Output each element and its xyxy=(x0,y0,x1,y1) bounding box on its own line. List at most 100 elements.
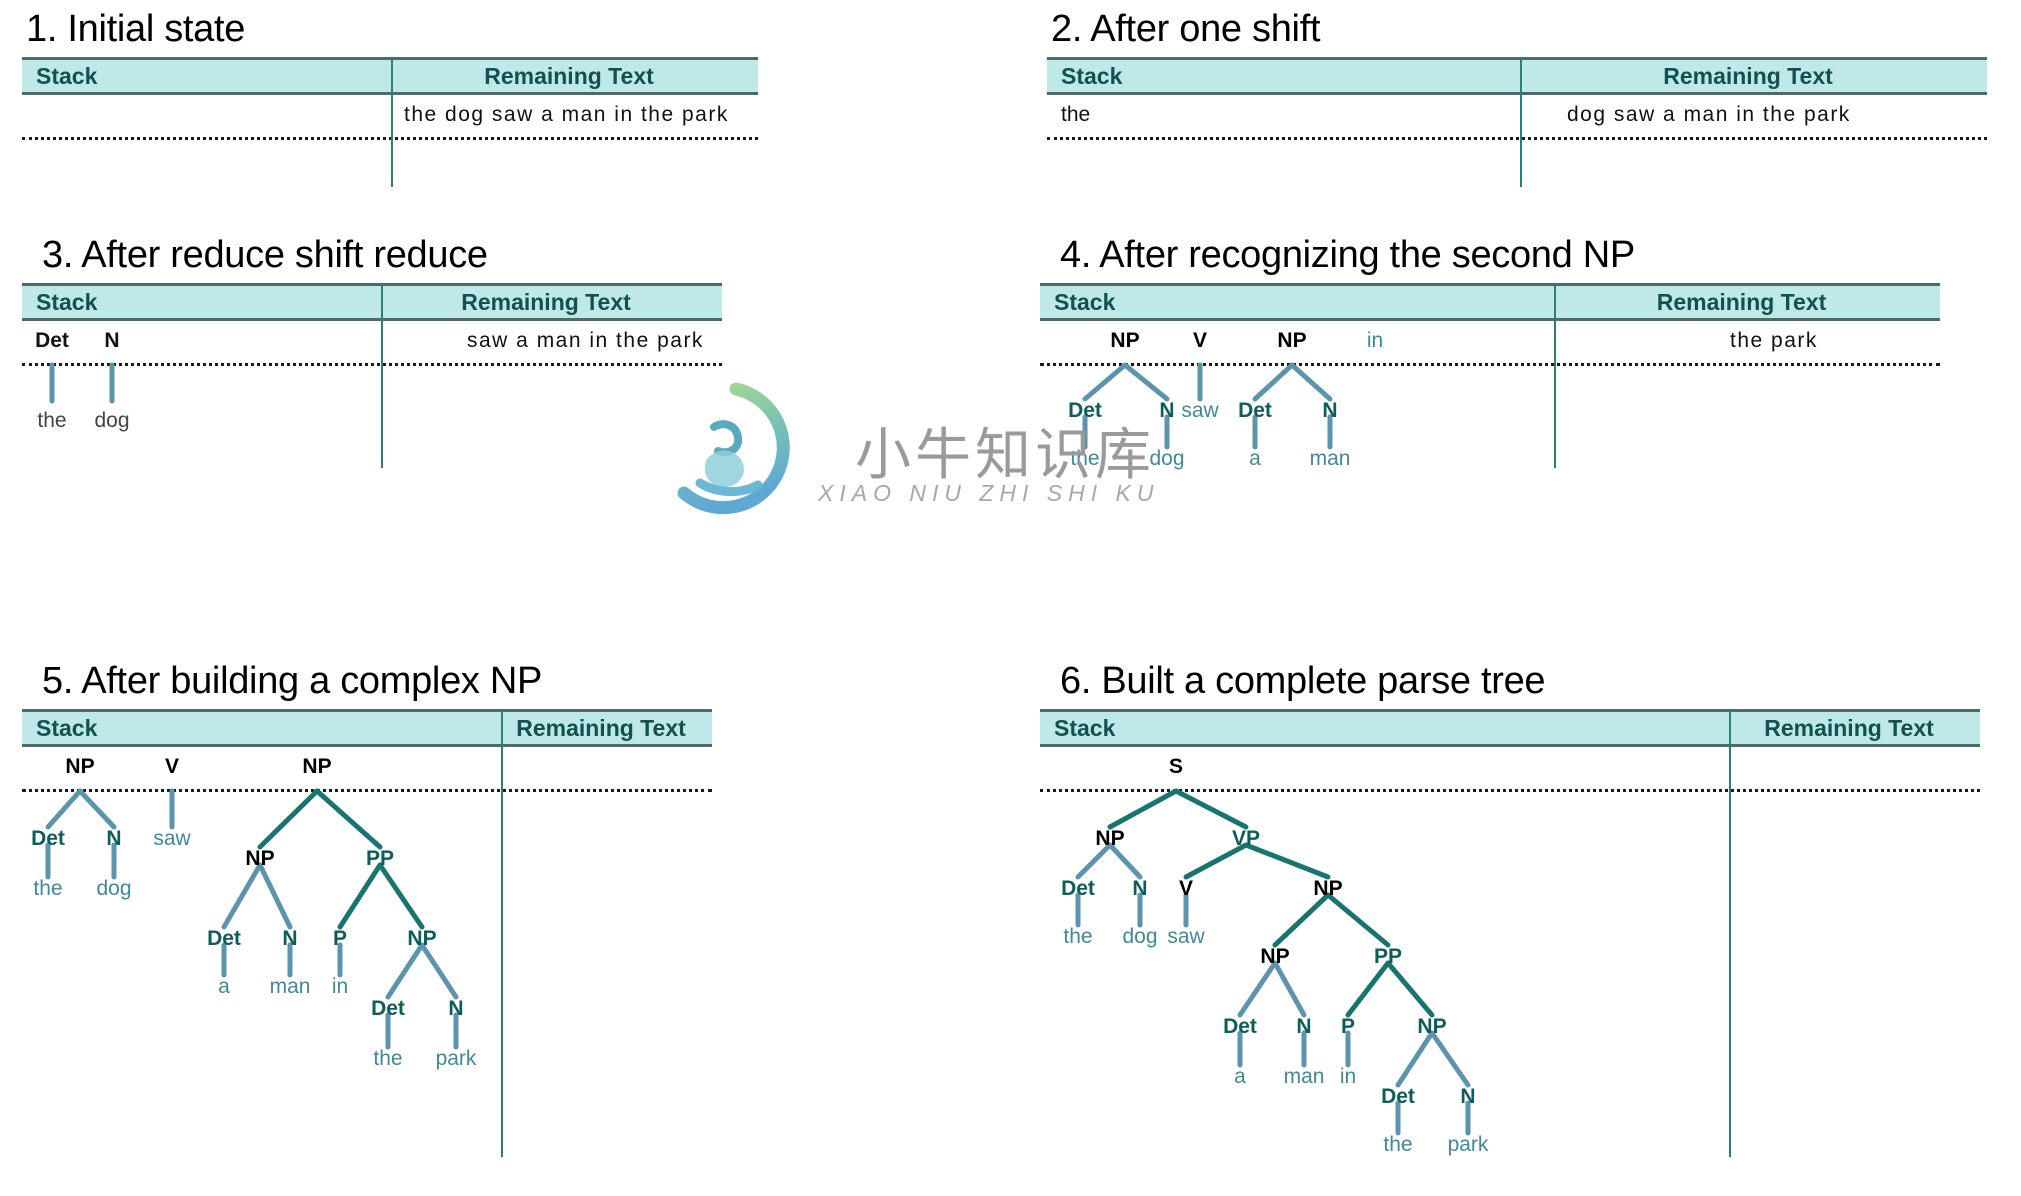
panel-5-table-body: NP V NP Det N saw NP PP the dog Det N P … xyxy=(22,747,712,1157)
panel-4-title: 4. After recognizing the second NP xyxy=(1060,234,1635,276)
tree-node-n-3: N xyxy=(448,997,464,1020)
panel-3-title: 3. After reduce shift reduce xyxy=(42,234,488,276)
stack-boundary-line xyxy=(1047,137,1987,140)
remaining-text-value: the dog saw a man in the park xyxy=(404,103,729,126)
tree-node-det-2: Det xyxy=(1238,399,1272,422)
column-header-stack: Stack xyxy=(1054,714,1116,741)
panel-5-after-building-complex-np: 5. After building a complex NP Stack Rem… xyxy=(22,660,762,1157)
panel-2-title: 2. After one shift xyxy=(1051,8,1321,50)
column-header-remaining-text: Remaining Text xyxy=(1656,288,1827,315)
tree-node-np-2: NP xyxy=(245,847,275,870)
tree-node-v: V xyxy=(1178,877,1194,900)
tree-node-np-2: NP xyxy=(1277,329,1307,352)
panel-6-table-header: Stack Remaining Text xyxy=(1040,709,1980,747)
panel-5-table-header: Stack Remaining Text xyxy=(22,709,712,747)
column-header-remaining-text: Remaining Text xyxy=(1764,714,1934,741)
tree-node-v: V xyxy=(164,755,180,778)
tree-node-det-2: Det xyxy=(1223,1015,1257,1038)
tree-node-det-1: Det xyxy=(1061,877,1095,900)
tree-node-n-1: N xyxy=(1132,877,1148,900)
tree-node-np-1: NP xyxy=(65,755,95,778)
tree-leaf-a: a xyxy=(1249,447,1261,470)
tree-node-det-3: Det xyxy=(1381,1085,1415,1108)
tree-node-p: P xyxy=(332,927,348,950)
panel-3-table: Stack Remaining Text saw a man in the pa… xyxy=(22,283,722,468)
column-header-remaining-text: Remaining Text xyxy=(1663,62,1833,89)
tree-node-det: Det xyxy=(35,329,69,352)
tree-node-n-1: N xyxy=(106,827,122,850)
tree-leaf-in: in xyxy=(1339,1065,1357,1088)
remaining-text-value: saw a man in the park xyxy=(467,329,704,352)
tree-node-pp: PP xyxy=(1373,945,1403,968)
tree-leaf-man: man xyxy=(269,975,311,998)
panel-2-table: Stack Remaining Text the dog saw a man i… xyxy=(1047,57,1987,187)
tree-leaf-saw: saw xyxy=(153,827,191,850)
tree-leaf-the-2: the xyxy=(373,1047,403,1070)
panel-5-table: Stack Remaining Text NP V NP Det N saw N… xyxy=(22,709,712,1157)
tree-leaf-saw: saw xyxy=(1167,925,1205,948)
column-header-stack: Stack xyxy=(36,62,98,89)
tree-leaf-dog: dog xyxy=(1122,925,1158,948)
tree-node-n-1: N xyxy=(1159,399,1175,422)
panel-3-after-reduce-shift-reduce: 3. After reduce shift reduce Stack Remai… xyxy=(22,234,742,468)
column-header-stack: Stack xyxy=(1061,62,1123,89)
panel-1-title: 1. Initial state xyxy=(26,8,246,50)
panel-4-table: Stack Remaining Text the park NP V NP in… xyxy=(1040,283,1940,470)
tree-leaf-man: man xyxy=(1309,447,1351,470)
remaining-text-value: dog saw a man in the park xyxy=(1567,103,1851,126)
tree-leaf-the-2: the xyxy=(1383,1133,1413,1156)
tree-leaf-dog: dog xyxy=(94,409,130,432)
tree-leaf-park: park xyxy=(1447,1133,1489,1156)
stack-boundary-line xyxy=(22,789,712,792)
panel-5-title: 5. After building a complex NP xyxy=(42,660,543,702)
panel-1-table: Stack Remaining Text the dog saw a man i… xyxy=(22,57,758,187)
tree-node-det-1: Det xyxy=(31,827,65,850)
panel-3-table-body: saw a man in the park Det N the dog xyxy=(22,321,722,468)
panel-6-title: 6. Built a complete parse tree xyxy=(1060,660,1546,702)
column-header-remaining-text: Remaining Text xyxy=(484,62,654,89)
stack-boundary-line xyxy=(1040,789,1980,792)
watermark-pinyin-text: XIAO NIU ZHI SHI KU xyxy=(818,480,1160,506)
tree-leaf-dog: dog xyxy=(96,877,132,900)
tree-node-np-1: NP xyxy=(1110,329,1140,352)
tree-node-pp: PP xyxy=(365,847,395,870)
column-header-remaining-text: Remaining Text xyxy=(461,288,631,315)
stack-boundary-line xyxy=(22,137,758,140)
column-divider xyxy=(381,283,383,468)
column-divider xyxy=(391,57,393,187)
column-header-stack: Stack xyxy=(1054,288,1116,315)
tree-leaf-man: man xyxy=(1283,1065,1325,1088)
column-divider xyxy=(501,709,503,1157)
tree-node-s: S xyxy=(1168,755,1184,778)
tree-node-det-1: Det xyxy=(1068,399,1102,422)
panel-2-table-body: the dog saw a man in the park xyxy=(1047,95,1987,187)
column-header-remaining-text: Remaining Text xyxy=(516,714,686,741)
tree-leaf-the: the xyxy=(37,409,67,432)
panel-6-built-complete-parse-tree: 6. Built a complete parse tree Stack Rem… xyxy=(1040,660,1980,1157)
panel-6-table-body: S NP VP Det N V NP the dog saw NP PP Det… xyxy=(1040,747,1980,1157)
tree-leaf-a: a xyxy=(1234,1065,1246,1088)
tree-node-vp: VP xyxy=(1231,827,1261,850)
tree-node-n-3: N xyxy=(1460,1085,1476,1108)
panel-1-table-body: the dog saw a man in the park xyxy=(22,95,758,187)
tree-leaf-saw: saw xyxy=(1181,399,1219,422)
tree-node-det-3: Det xyxy=(371,997,405,1020)
tree-node-np-pp: NP xyxy=(1417,1015,1447,1038)
panel-4-table-header: Stack Remaining Text xyxy=(1040,283,1940,321)
panel-6-table: Stack Remaining Text S NP VP Det N V NP … xyxy=(1040,709,1980,1157)
column-divider xyxy=(1520,57,1522,187)
panel-2-table-header: Stack Remaining Text xyxy=(1047,57,1987,95)
panel-3-table-header: Stack Remaining Text xyxy=(22,283,722,321)
stack-value: the xyxy=(1061,103,1091,126)
panel-5-tree-edges xyxy=(45,788,459,1050)
column-header-stack: Stack xyxy=(36,288,98,315)
column-divider xyxy=(1554,283,1556,468)
tree-node-np-3: NP xyxy=(407,927,437,950)
tree-node-n-2: N xyxy=(1296,1015,1312,1038)
stack-token-in: in xyxy=(1366,329,1384,352)
remaining-text-value: the park xyxy=(1730,329,1818,352)
tree-leaf-the-1: the xyxy=(1063,925,1093,948)
panel-4-after-recognizing-second-np: 4. After recognizing the second NP Stack… xyxy=(1040,234,1940,470)
panel-2-after-one-shift: 2. After one shift Stack Remaining Text … xyxy=(1025,8,1987,187)
tree-node-np-inner: NP xyxy=(1260,945,1290,968)
